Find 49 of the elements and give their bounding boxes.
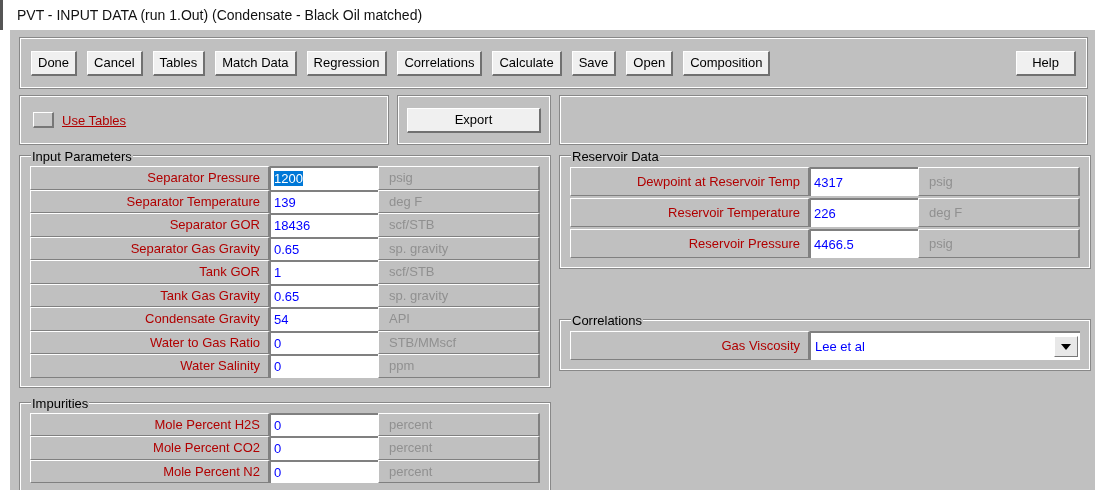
input-field[interactable]: 18436	[270, 213, 378, 237]
toolbar-button[interactable]: Open	[626, 50, 674, 76]
field-label: Mole Percent H2S	[30, 412, 270, 436]
field-label: Dewpoint at Reservoir Temp	[570, 167, 810, 196]
field-label: Tank Gas Gravity	[30, 283, 270, 307]
group-title: Correlations	[571, 313, 644, 328]
input-field[interactable]: 1200	[270, 166, 378, 190]
group-title: Input Parameters	[31, 149, 133, 164]
input-field[interactable]: 226	[810, 198, 918, 227]
field-label: Water to Gas Ratio	[30, 330, 270, 354]
input-field[interactable]: 139	[270, 189, 378, 213]
toolbar-button[interactable]: Correlations	[397, 50, 483, 76]
toolbar-button[interactable]: Match Data	[215, 50, 297, 76]
input-field[interactable]: 1	[270, 260, 378, 284]
toolbar-button[interactable]: Cancel	[87, 50, 143, 76]
field-label: Reservoir Temperature	[570, 198, 810, 227]
input-field[interactable]: 4466.5	[810, 229, 918, 258]
dropdown[interactable]: Lee et al	[810, 331, 1080, 360]
group-title: Reservoir Data	[571, 149, 660, 164]
input-field[interactable]: 4317	[810, 167, 918, 196]
field-label: Reservoir Pressure	[570, 229, 810, 258]
field-label: Water Salinity	[30, 354, 270, 378]
toolbar-button[interactable]: Regression	[306, 50, 388, 76]
input-field[interactable]: 54	[270, 307, 378, 331]
input-field[interactable]: 0	[270, 436, 378, 460]
toolbar-button[interactable]: Save	[571, 50, 617, 76]
toolbar-button[interactable]: Done	[31, 50, 78, 76]
field-label: Separator Gas Gravity	[30, 236, 270, 260]
field-label: Mole Percent N2	[30, 459, 270, 483]
field-label: Separator Temperature	[30, 189, 270, 213]
input-field[interactable]: 0.65	[270, 283, 378, 307]
input-field[interactable]: 0	[270, 412, 378, 436]
field-label: Tank GOR	[30, 260, 270, 284]
field-label: Gas Viscosity	[570, 331, 810, 360]
field-label: Separator GOR	[30, 213, 270, 237]
checkbox[interactable]	[33, 112, 54, 128]
toolbar-button[interactable]: Tables	[152, 50, 206, 76]
field-label: Mole Percent CO2	[30, 436, 270, 460]
toolbar-button[interactable]: Composition	[683, 50, 771, 76]
checkbox-label[interactable]: Use Tables	[62, 112, 127, 128]
field-label: Separator Pressure	[30, 166, 270, 190]
help-button[interactable]: Help	[1016, 50, 1076, 76]
toolbar-button[interactable]: Calculate	[492, 50, 562, 76]
field-label: Condensate Gravity	[30, 307, 270, 331]
input-field[interactable]: 0	[270, 354, 378, 378]
input-field[interactable]: 0.65	[270, 236, 378, 260]
export-button[interactable]: Export	[407, 107, 541, 133]
input-field[interactable]: 0	[270, 330, 378, 354]
input-field[interactable]: 0	[270, 459, 378, 483]
